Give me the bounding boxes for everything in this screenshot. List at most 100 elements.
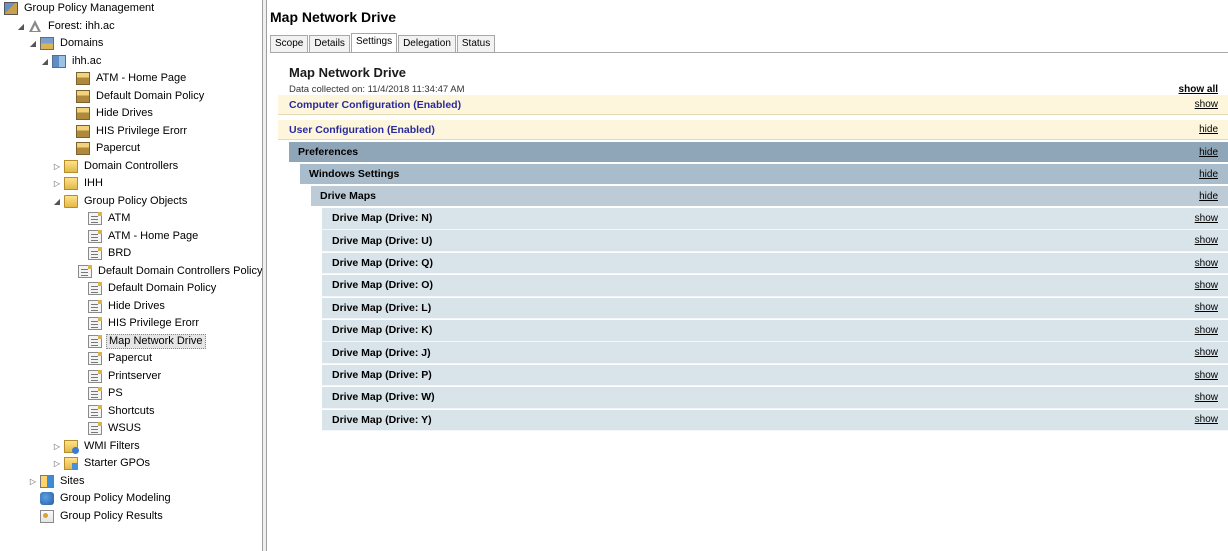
- drive-map-show-link[interactable]: show: [1195, 235, 1218, 246]
- tab-settings[interactable]: Settings: [350, 33, 398, 53]
- drive-map-row[interactable]: Drive Map (Drive: J) show: [322, 342, 1228, 364]
- tree-link-atm-home[interactable]: ATM - Home Page: [0, 70, 262, 88]
- modeling-icon: [40, 492, 54, 506]
- computer-configuration-label: Computer Configuration (Enabled): [289, 98, 462, 111]
- tab-divider: [270, 52, 1228, 53]
- tree-gpo-shortcuts[interactable]: Shortcuts: [0, 403, 262, 421]
- tree-gpo-atm-home[interactable]: ATM - Home Page: [0, 228, 262, 246]
- preferences-header[interactable]: Preferences hide: [289, 142, 1228, 162]
- drive-map-row[interactable]: Drive Map (Drive: K) show: [322, 320, 1228, 342]
- gpm-icon: [4, 2, 18, 16]
- tree-node-label: Domain Controllers: [84, 159, 179, 172]
- tree-gpo-container[interactable]: ◢ Group Policy Objects: [0, 193, 262, 211]
- tree-node-label: IHH: [84, 177, 103, 190]
- tab-scope[interactable]: Scope: [270, 35, 309, 52]
- tab-strip: Scope Details Settings Delegation Status: [270, 32, 496, 53]
- drive-map-show-link[interactable]: show: [1195, 414, 1218, 425]
- gpo-link-icon: [76, 72, 90, 86]
- tree-sites[interactable]: ▷ Sites: [0, 473, 262, 491]
- tree-gpo-default-domain-policy[interactable]: Default Domain Policy: [0, 280, 262, 298]
- tree-gpo-atm[interactable]: ATM: [0, 210, 262, 228]
- tree-domain[interactable]: ◢ ihh.ac: [0, 53, 262, 71]
- drive-map-show-link[interactable]: show: [1195, 280, 1218, 291]
- tree-node-label: Default Domain Policy: [96, 89, 205, 102]
- tree-gpo-papercut[interactable]: Papercut: [0, 350, 262, 368]
- drive-map-row[interactable]: Drive Map (Drive: Q) show: [322, 252, 1228, 275]
- collapsed-arrow-icon[interactable]: ▷: [52, 179, 62, 189]
- user-configuration-toggle-link[interactable]: hide: [1199, 124, 1218, 135]
- tree-gpo-printserver[interactable]: Printserver: [0, 368, 262, 386]
- drive-map-show-link[interactable]: show: [1195, 347, 1218, 358]
- user-configuration-header[interactable]: User Configuration (Enabled) hide: [278, 120, 1228, 140]
- expanded-arrow-icon[interactable]: ◢: [28, 39, 38, 49]
- tree-gpo-brd[interactable]: BRD: [0, 245, 262, 263]
- expanded-arrow-icon[interactable]: ◢: [16, 21, 26, 31]
- tree-starter-gpos[interactable]: ▷ Starter GPOs: [0, 455, 262, 473]
- drive-map-show-link[interactable]: show: [1195, 392, 1218, 403]
- tab-status[interactable]: Status: [456, 35, 496, 52]
- windows-settings-header[interactable]: Windows Settings hide: [300, 164, 1228, 184]
- expanded-arrow-icon[interactable]: ◢: [40, 56, 50, 66]
- drive-map-row[interactable]: Drive Map (Drive: N) show: [322, 208, 1228, 230]
- drive-maps-header[interactable]: Drive Maps hide: [311, 186, 1228, 206]
- drive-map-show-link[interactable]: show: [1195, 213, 1218, 224]
- tree-domains[interactable]: ◢ Domains: [0, 35, 262, 53]
- tree-wmi-filters[interactable]: ▷ WMI Filters: [0, 438, 262, 456]
- tree-gpo-wsus[interactable]: WSUS: [0, 420, 262, 438]
- tree-node-label: WSUS: [108, 422, 141, 435]
- computer-configuration-header[interactable]: Computer Configuration (Enabled) show: [278, 95, 1228, 115]
- collapsed-arrow-icon[interactable]: ▷: [28, 476, 38, 486]
- tree-gpo-default-dc-policy[interactable]: Default Domain Controllers Policy: [0, 263, 262, 281]
- drive-map-show-link[interactable]: show: [1195, 325, 1218, 336]
- tree-gp-results[interactable]: Group Policy Results: [0, 508, 262, 526]
- gpo-icon: [88, 212, 102, 226]
- drive-map-label: Drive Map (Drive: O): [332, 279, 433, 292]
- tree-node-label: Group Policy Modeling: [60, 492, 171, 505]
- drive-maps-toggle-link[interactable]: hide: [1199, 191, 1218, 202]
- tree-link-default-domain-policy[interactable]: Default Domain Policy: [0, 88, 262, 106]
- tree-node-label: HIS Privilege Erorr: [96, 124, 188, 137]
- drive-map-row[interactable]: Drive Map (Drive: Y) show: [322, 409, 1228, 432]
- tree-gp-modeling[interactable]: Group Policy Modeling: [0, 490, 262, 508]
- drive-map-row[interactable]: Drive Map (Drive: L) show: [322, 297, 1228, 320]
- tree-link-papercut[interactable]: Papercut: [0, 140, 262, 158]
- drive-map-row[interactable]: Drive Map (Drive: P) show: [322, 364, 1228, 387]
- tree-node-label: Group Policy Management: [24, 2, 155, 15]
- tree-gpo-map-network-drive[interactable]: Map Network Drive: [0, 333, 262, 351]
- tab-details[interactable]: Details: [309, 35, 350, 52]
- tree-node-label: Default Domain Controllers Policy: [98, 264, 262, 277]
- drive-map-show-link[interactable]: show: [1195, 302, 1218, 313]
- collapsed-arrow-icon[interactable]: ▷: [52, 441, 62, 451]
- tree-gpo-ps[interactable]: PS: [0, 385, 262, 403]
- tree-link-hide-drives[interactable]: Hide Drives: [0, 105, 262, 123]
- console-tree[interactable]: Group Policy Management ◢ Forest: ihh.ac ◢ D…: [0, 0, 262, 551]
- drive-map-row[interactable]: Drive Map (Drive: W) show: [322, 387, 1228, 409]
- windows-settings-label: Windows Settings: [309, 168, 400, 180]
- tab-delegation[interactable]: Delegation: [398, 35, 456, 52]
- tree-domain-controllers[interactable]: ▷ Domain Controllers: [0, 158, 262, 176]
- preferences-toggle-link[interactable]: hide: [1199, 147, 1218, 158]
- tree-root[interactable]: Group Policy Management: [0, 0, 262, 18]
- tree-gpo-his-privilege[interactable]: HIS Privilege Erorr: [0, 315, 262, 333]
- expanded-arrow-icon[interactable]: ◢: [52, 196, 62, 206]
- drive-map-row[interactable]: Drive Map (Drive: U) show: [322, 230, 1228, 252]
- windows-settings-toggle-link[interactable]: hide: [1199, 169, 1218, 180]
- drive-map-row[interactable]: Drive Map (Drive: O) show: [322, 275, 1228, 297]
- drive-map-show-link[interactable]: show: [1195, 370, 1218, 381]
- collapsed-arrow-icon[interactable]: ▷: [52, 459, 62, 469]
- show-all-link[interactable]: show all: [1179, 84, 1218, 95]
- tree-ou-ihh[interactable]: ▷ IHH: [0, 175, 262, 193]
- drive-maps-label: Drive Maps: [320, 190, 377, 202]
- tree-forest[interactable]: ◢ Forest: ihh.ac: [0, 18, 262, 36]
- tree-link-his-privilege[interactable]: HIS Privilege Erorr: [0, 123, 262, 141]
- tree-gpo-hide-drives[interactable]: Hide Drives: [0, 298, 262, 316]
- computer-configuration-toggle-link[interactable]: show: [1195, 99, 1218, 110]
- drive-map-show-link[interactable]: show: [1195, 258, 1218, 269]
- collapsed-arrow-icon[interactable]: ▷: [52, 161, 62, 171]
